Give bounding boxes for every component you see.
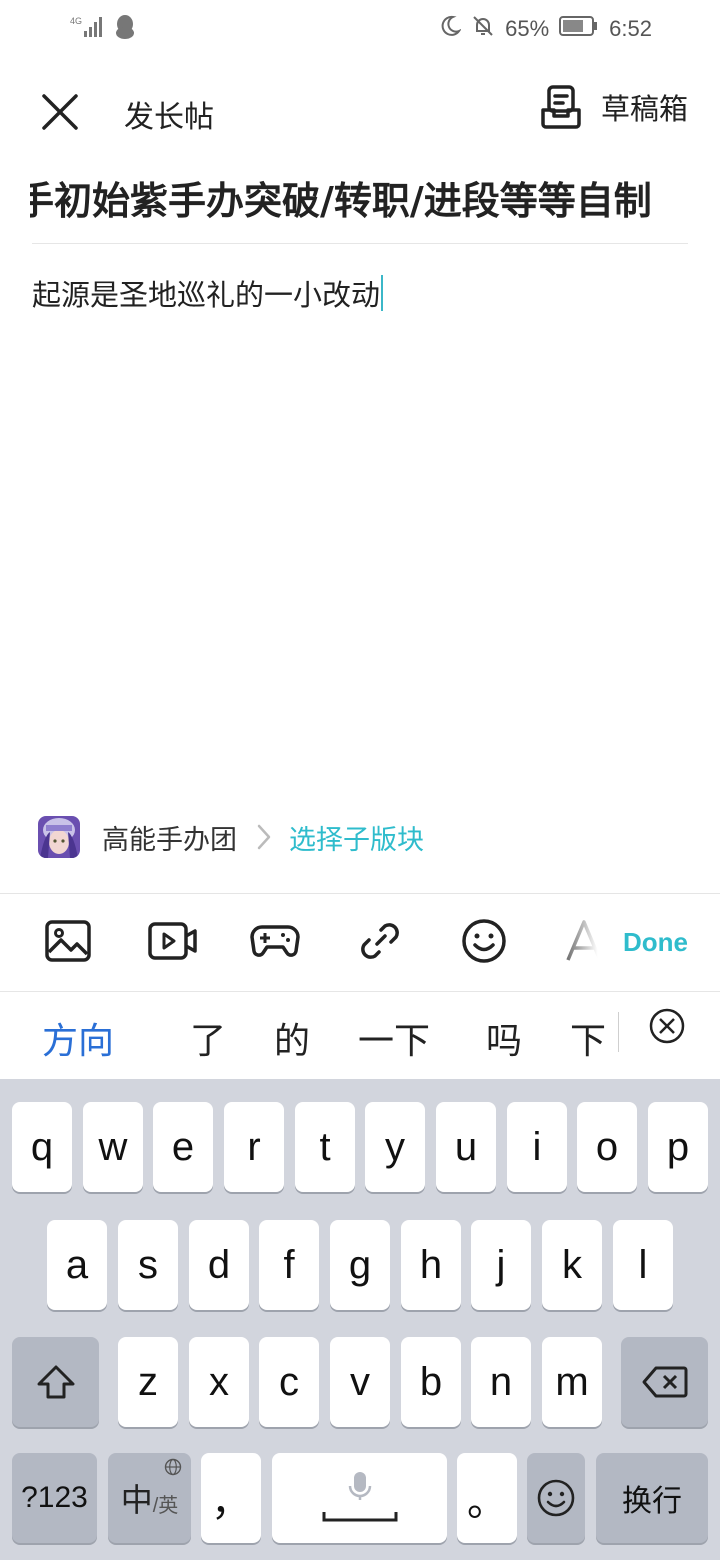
shift-icon xyxy=(37,1365,74,1399)
status-bar: 4G 65% 6:52 xyxy=(0,0,720,56)
key-b[interactable]: b xyxy=(401,1337,461,1427)
forum-name: 高能手办团 xyxy=(102,824,237,856)
emoji-icon[interactable] xyxy=(459,916,509,966)
shift-key[interactable] xyxy=(12,1337,99,1427)
done-area: Done xyxy=(550,894,720,991)
close-icon xyxy=(42,94,78,130)
key-o[interactable]: o xyxy=(577,1102,637,1192)
ime-candidate-bar: 方向 了 的 一下 吗 下 xyxy=(0,991,720,1079)
key-w[interactable]: w xyxy=(83,1102,143,1192)
key-z[interactable]: z xyxy=(118,1337,178,1427)
emoji-key[interactable] xyxy=(527,1453,585,1543)
space-key[interactable] xyxy=(272,1453,447,1543)
image-icon[interactable] xyxy=(43,916,93,966)
key-r[interactable]: r xyxy=(224,1102,284,1192)
key-p[interactable]: p xyxy=(648,1102,708,1192)
key-u[interactable]: u xyxy=(436,1102,496,1192)
forum-avatar xyxy=(38,816,80,858)
editor-toolbar: Done xyxy=(0,893,720,991)
key-n[interactable]: n xyxy=(471,1337,531,1427)
candidate-item[interactable]: 的 xyxy=(274,1012,310,1064)
language-key-sub: /英 xyxy=(152,1494,179,1517)
backspace-icon xyxy=(642,1366,687,1398)
key-v[interactable]: v xyxy=(330,1337,390,1427)
globe-icon xyxy=(164,1458,182,1476)
key-d[interactable]: d xyxy=(189,1220,249,1310)
drafts-button[interactable]: 草稿箱 xyxy=(541,84,688,130)
language-key[interactable]: 中/英 xyxy=(108,1453,191,1543)
key-q[interactable]: q xyxy=(12,1102,72,1192)
link-icon[interactable] xyxy=(355,916,405,966)
comma-key[interactable]: ， xyxy=(201,1453,261,1543)
moon-icon xyxy=(439,14,462,44)
chevron-right-icon xyxy=(255,822,273,852)
key-l[interactable]: l xyxy=(613,1220,673,1310)
key-t[interactable]: t xyxy=(295,1102,355,1192)
key-s[interactable]: s xyxy=(118,1220,178,1310)
video-icon[interactable] xyxy=(148,916,198,966)
text-caret xyxy=(381,275,384,311)
game-icon[interactable] xyxy=(250,916,300,966)
key-g[interactable]: g xyxy=(330,1220,390,1310)
key-h[interactable]: h xyxy=(401,1220,461,1310)
drafts-box-icon xyxy=(541,85,581,129)
post-body-text: 起源是圣地巡礼的一小改动 xyxy=(32,278,381,312)
forum-selector[interactable]: 高能手办团 选择子版块 xyxy=(38,815,424,859)
key-e[interactable]: e xyxy=(153,1102,213,1192)
post-title-input[interactable]: 手初始紫手办突破/转职/进段等等自制 xyxy=(30,170,688,224)
clock: 6:52 xyxy=(609,16,652,41)
candidate-item[interactable]: 了 xyxy=(190,1012,226,1064)
microphone-icon xyxy=(322,1472,397,1522)
key-j[interactable]: j xyxy=(471,1220,531,1310)
key-f[interactable]: f xyxy=(259,1220,319,1310)
key-x[interactable]: x xyxy=(189,1337,249,1427)
candidate-divider xyxy=(618,1012,619,1052)
key-c[interactable]: c xyxy=(259,1337,319,1427)
signal-icon: 4G xyxy=(70,14,104,44)
done-button[interactable]: Done xyxy=(623,927,688,958)
svg-text:4G: 4G xyxy=(70,16,82,26)
candidate-item[interactable]: 吗 xyxy=(486,1012,522,1064)
key-k[interactable]: k xyxy=(542,1220,602,1310)
battery-percent: 65% xyxy=(505,16,550,41)
app-header: 发长帖 草稿箱 xyxy=(0,70,720,150)
close-candidates-icon[interactable] xyxy=(648,1007,686,1045)
backspace-key[interactable] xyxy=(621,1337,708,1427)
mute-bell-icon xyxy=(471,14,495,44)
candidate-item[interactable]: 方向 xyxy=(42,1012,114,1064)
title-divider xyxy=(32,243,688,244)
candidate-item[interactable]: 下 xyxy=(570,1012,606,1064)
qq-icon xyxy=(114,14,136,44)
language-key-main: 中 xyxy=(120,1482,153,1518)
drafts-label: 草稿箱 xyxy=(600,92,688,126)
key-i[interactable]: i xyxy=(507,1102,567,1192)
key-a[interactable]: a xyxy=(47,1220,107,1310)
post-body-input[interactable]: 起源是圣地巡礼的一小改动 xyxy=(32,272,384,314)
key-y[interactable]: y xyxy=(365,1102,425,1192)
enter-key[interactable]: 换行 xyxy=(596,1453,708,1543)
numbers-key[interactable]: ?123 xyxy=(12,1453,97,1543)
post-title-text: 手初始紫手办突破/转职/进段等等自制 xyxy=(30,179,652,223)
select-subforum-link[interactable]: 选择子版块 xyxy=(289,818,424,857)
soft-keyboard: q w e r t y u i o p a s d f g h j k l z … xyxy=(0,1079,720,1560)
battery-icon xyxy=(559,15,599,43)
candidate-item[interactable]: 一下 xyxy=(358,1012,430,1064)
page-title: 发长帖 xyxy=(124,100,214,135)
key-m[interactable]: m xyxy=(542,1337,602,1427)
close-button[interactable] xyxy=(36,88,84,136)
period-key[interactable]: 。 xyxy=(457,1453,517,1543)
keyboard-emoji-icon xyxy=(537,1479,575,1517)
